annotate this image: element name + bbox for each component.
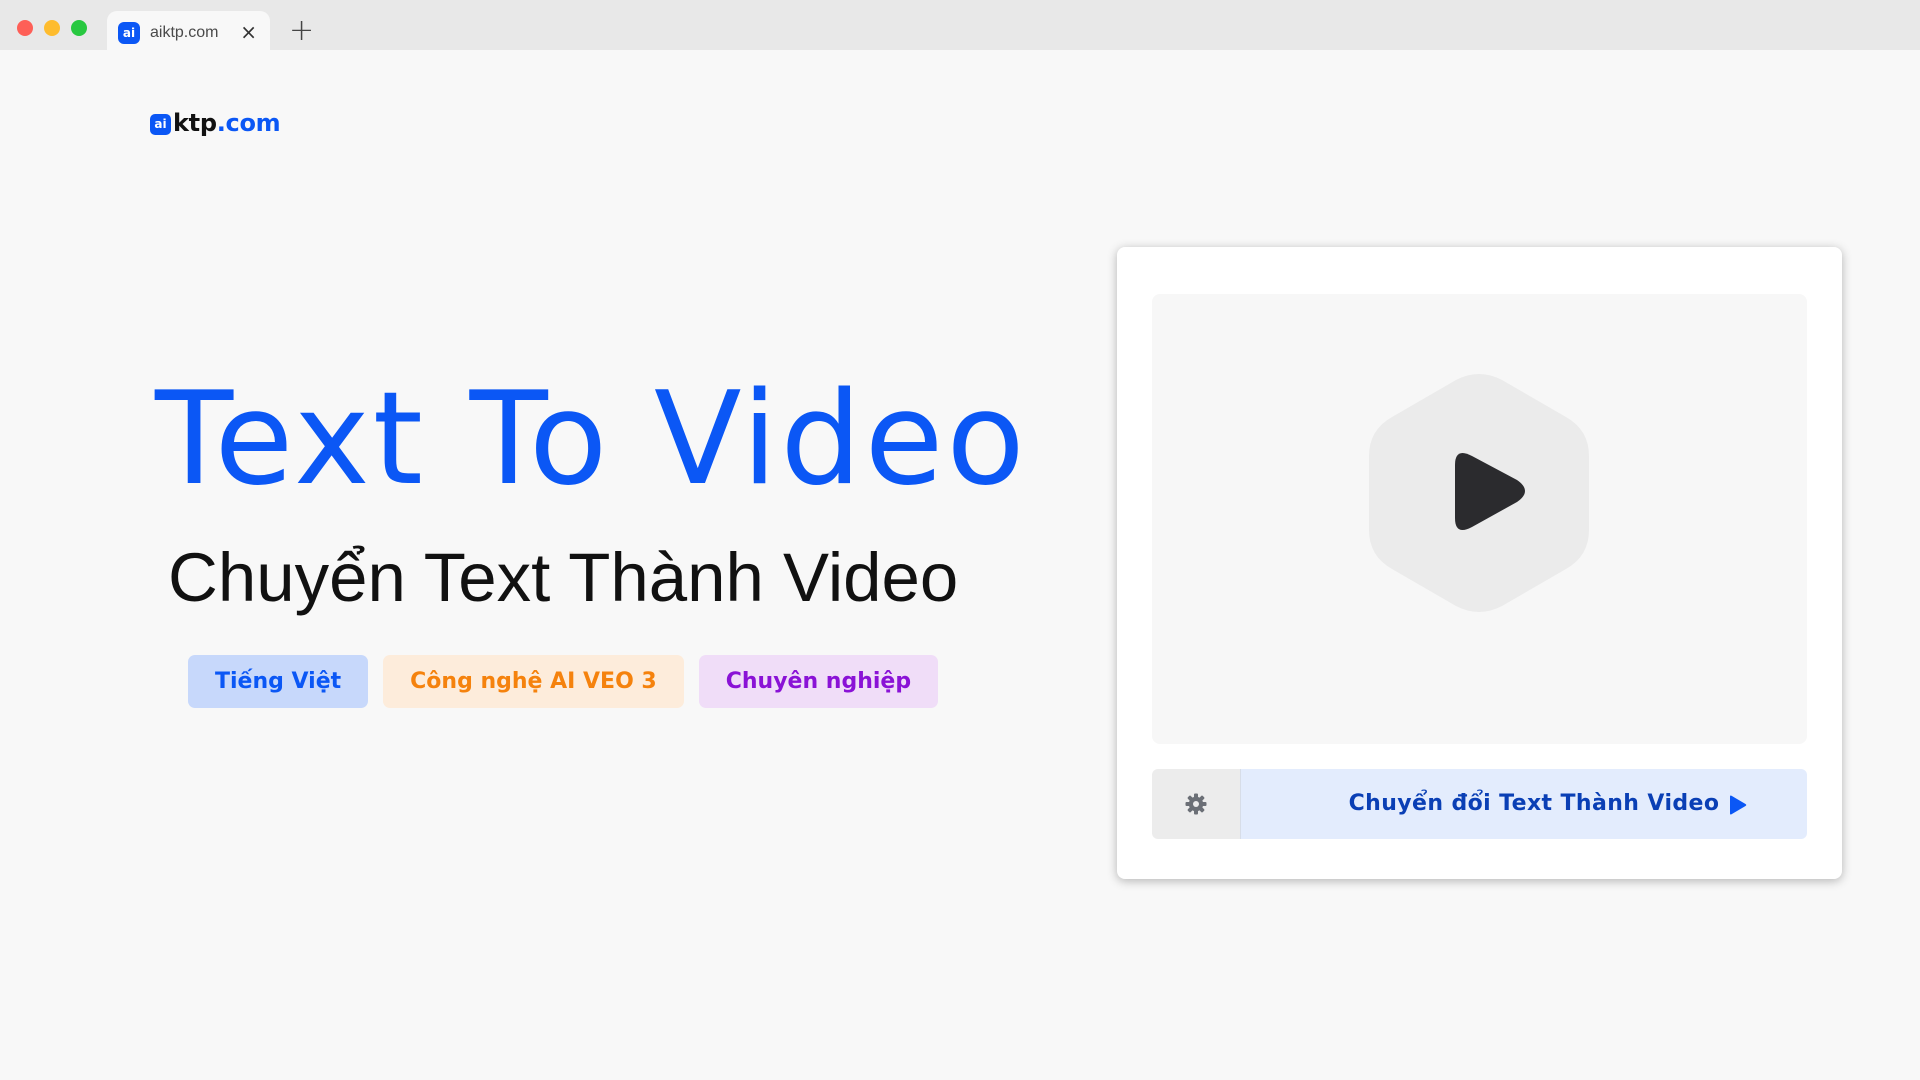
new-tab-button[interactable]: + — [289, 16, 314, 46]
close-window-button[interactable] — [17, 20, 33, 36]
gear-icon — [1185, 793, 1207, 815]
feature-badges: Tiếng Việt Công nghệ AI VEO 3 Chuyên ngh… — [188, 655, 939, 708]
browser-tab[interactable]: ai aiktp.com × — [107, 11, 270, 50]
video-card: Chuyển đổi Text Thành Video — [1117, 247, 1842, 879]
hero-subtitle: Chuyển Text Thành Video — [168, 539, 959, 616]
site-logo[interactable]: ai ktp.com — [150, 108, 281, 138]
badge-language: Tiếng Việt — [188, 655, 369, 708]
maximize-window-button[interactable] — [71, 20, 87, 36]
settings-button[interactable] — [1152, 769, 1240, 839]
convert-button[interactable]: Chuyển đổi Text Thành Video — [1240, 769, 1807, 839]
minimize-window-button[interactable] — [44, 20, 60, 36]
play-icon[interactable] — [1152, 294, 1807, 744]
favicon-icon: ai — [118, 22, 140, 44]
hero-title: Text To Video — [155, 365, 1028, 514]
logo-text-blue: .com — [216, 109, 281, 137]
logo-text-dark: ktp — [173, 109, 217, 137]
tab-title: aiktp.com — [150, 24, 219, 41]
logo-text: ktp.com — [173, 109, 281, 137]
browser-chrome: ai aiktp.com × + — [0, 0, 1920, 50]
tab-close-icon[interactable]: × — [240, 21, 257, 43]
play-icon — [1730, 795, 1747, 815]
convert-button-label: Chuyển đổi Text Thành Video — [1348, 791, 1720, 816]
convert-bar: Chuyển đổi Text Thành Video — [1152, 769, 1807, 839]
logo-mark-icon: ai — [150, 113, 171, 135]
video-preview[interactable] — [1152, 294, 1807, 744]
badge-professional: Chuyên nghiệp — [698, 655, 939, 708]
badge-technology: Công nghệ AI VEO 3 — [383, 655, 684, 708]
